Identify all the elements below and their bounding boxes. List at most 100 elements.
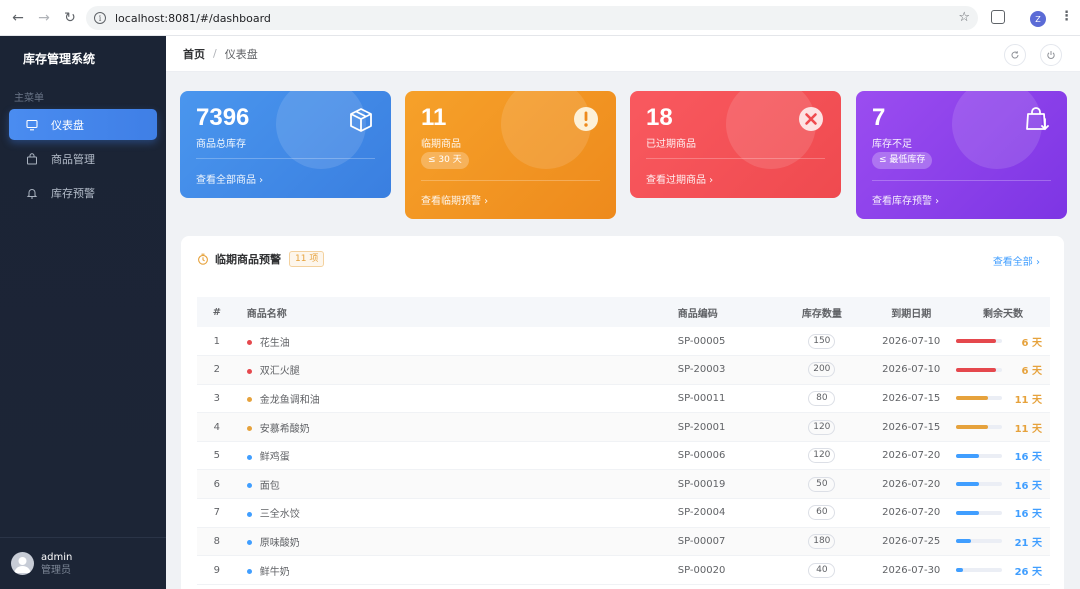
column-header: #	[212, 306, 222, 318]
qty-badge: 120	[808, 419, 836, 435]
product-code: SP-00020	[677, 555, 778, 585]
threshold-tag: ≤ 30 天	[421, 152, 469, 169]
view-stock-alert-link[interactable]: 查看库存预警 ›	[872, 192, 939, 207]
expiring-table: # 商品名称 商品编码 库存数量 到期日期 剩余天数 1 花生油 SP-00005 1…	[197, 297, 1050, 585]
timer-icon	[198, 253, 208, 265]
view-expired-link[interactable]: 查看过期商品 ›	[646, 171, 713, 186]
panel-title: 临期商品预警	[215, 253, 281, 266]
breadcrumb-home[interactable]: 首页	[183, 46, 205, 62]
product-name-cell: 双汇火腿	[236, 355, 678, 385]
sidebar-item-dashboard[interactable]: 仪表盘	[9, 109, 157, 140]
refresh-icon[interactable]	[1004, 44, 1026, 66]
stat-card-total-stock[interactable]: 7396 商品总库存 查看全部商品 ›	[180, 91, 391, 198]
qty-cell: 50	[777, 469, 867, 500]
table-row[interactable]: 6 面包 SP-00019 50 2026-07-20 16 天	[197, 469, 1050, 500]
table-row[interactable]: 5 鲜鸡蛋 SP-00006 120 2026-07-20 16 天	[197, 441, 1050, 471]
table-row[interactable]: 1 花生油 SP-00005 150 2026-07-10 6 天	[197, 327, 1050, 357]
days-left: 21 天	[1014, 537, 1042, 549]
sidebar-item-label: 库存预警	[51, 186, 95, 200]
product-code: SP-00007	[677, 527, 778, 557]
days-progress-fill	[956, 367, 997, 372]
row-index: 7	[197, 498, 237, 528]
table-row[interactable]: 3 金龙鱼调和油 SP-00011 80 2026-07-15 11 天	[197, 384, 1050, 414]
table-row[interactable]: 9 鲜牛奶 SP-00020 40 2026-07-30 26 天	[197, 555, 1050, 585]
breadcrumb-separator: /	[213, 47, 217, 60]
stat-card-expired[interactable]: 18 已过期商品 查看过期商品 ›	[630, 91, 841, 198]
product-name: 面包	[259, 480, 280, 492]
sidebar-item-label: 商品管理	[51, 152, 95, 166]
sidebar-item-stock-alert[interactable]: 库存预警	[9, 177, 157, 208]
days-progress-bar	[956, 482, 1002, 487]
forward-icon[interactable]: →	[34, 8, 54, 28]
expiry-date: 2026-07-20	[866, 498, 956, 528]
back-icon[interactable]: ←	[8, 8, 28, 28]
product-code: SP-00005	[677, 327, 778, 357]
status-dot	[246, 426, 252, 432]
product-name: 鲜鸡蛋	[259, 452, 290, 464]
table-row[interactable]: 8 原味酸奶 SP-00007 180 2026-07-25 21 天	[197, 527, 1050, 557]
product-name-cell: 三全水饺	[236, 498, 678, 528]
stat-card-low-stock[interactable]: 7 库存不足 ≤ 最低库存 查看库存预警 ›	[856, 91, 1067, 219]
days-left: 11 天	[1014, 394, 1042, 406]
days-progress-bar	[956, 425, 1002, 430]
product-name-cell: 鲜牛奶	[236, 555, 678, 585]
bookmark-star-icon[interactable]: ☆	[958, 10, 970, 25]
extensions-icon[interactable]	[991, 10, 1005, 24]
qty-cell: 200	[777, 355, 867, 385]
qty-cell: 120	[777, 441, 867, 471]
stat-card-expiring[interactable]: 11 临期商品 ≤ 30 天 查看临期预警 ›	[405, 91, 616, 219]
expiry-date: 2026-07-15	[866, 384, 956, 414]
column-header: 库存数量	[801, 308, 842, 320]
product-name: 花生油	[259, 337, 290, 349]
days-progress-fill	[956, 539, 971, 544]
power-icon[interactable]	[1040, 44, 1062, 66]
row-index: 3	[197, 384, 237, 414]
table-row[interactable]: 2 双汇火腿 SP-20003 200 2026-07-10 6 天	[197, 355, 1050, 385]
qty-badge: 150	[808, 333, 836, 349]
product-name-cell: 安慕希酸奶	[236, 412, 678, 442]
product-code: SP-20004	[677, 498, 778, 528]
product-name: 三全水饺	[259, 509, 300, 521]
view-all-link[interactable]: 查看全部 ›	[993, 253, 1040, 268]
site-info-icon[interactable]: i	[94, 12, 106, 24]
product-name: 安慕希酸奶	[259, 423, 310, 435]
days-left: 26 天	[1014, 566, 1042, 578]
qty-cell: 180	[777, 527, 867, 557]
user-profile[interactable]: admin 管理员	[0, 537, 166, 589]
count-badge: 11 项	[289, 251, 325, 267]
top-header: 首页 / 仪表盘	[166, 36, 1080, 72]
days-left: 11 天	[1014, 423, 1042, 435]
column-header: 剩余天数	[982, 308, 1023, 320]
address-bar[interactable]: i localhost:8081/#/dashboard ☆	[86, 6, 978, 30]
days-progress-bar	[956, 568, 1002, 573]
expiry-date: 2026-07-10	[866, 327, 956, 357]
status-dot	[246, 483, 252, 489]
bag-download-icon	[1026, 107, 1049, 131]
days-left: 16 天	[1014, 509, 1042, 521]
view-all-products-link[interactable]: 查看全部商品 ›	[196, 171, 263, 186]
row-index: 1	[197, 327, 237, 357]
app-title: 库存管理系统	[23, 51, 96, 66]
days-left-cell: 21 天	[955, 527, 1050, 557]
product-name-cell: 金龙鱼调和油	[236, 384, 678, 414]
view-expiring-link[interactable]: 查看临期预警 ›	[421, 192, 488, 207]
close-circle-icon	[799, 107, 823, 131]
sidebar-item-products[interactable]: 商品管理	[9, 143, 157, 174]
table-row[interactable]: 7 三全水饺 SP-20004 60 2026-07-20 16 天	[197, 498, 1050, 528]
sidebar-item-label: 仪表盘	[51, 118, 84, 132]
days-progress-fill	[956, 425, 989, 430]
menu-group-label: 主菜单	[14, 93, 44, 104]
browser-menu-icon[interactable]: ⋮	[1060, 9, 1073, 24]
status-dot	[246, 511, 252, 517]
status-dot	[246, 540, 252, 546]
qty-cell: 120	[777, 412, 867, 442]
row-index: 5	[197, 441, 237, 471]
days-left: 16 天	[1014, 480, 1042, 492]
days-progress-fill	[956, 482, 979, 487]
browser-toolbar: ← → ↻ i localhost:8081/#/dashboard ☆ Z ⋮	[0, 0, 1080, 36]
table-row[interactable]: 4 安慕希酸奶 SP-20001 120 2026-07-15 11 天	[197, 412, 1050, 442]
reload-icon[interactable]: ↻	[60, 8, 80, 28]
box-icon	[350, 108, 372, 132]
profile-avatar[interactable]: Z	[1030, 11, 1046, 27]
days-progress-bar	[956, 339, 1002, 344]
